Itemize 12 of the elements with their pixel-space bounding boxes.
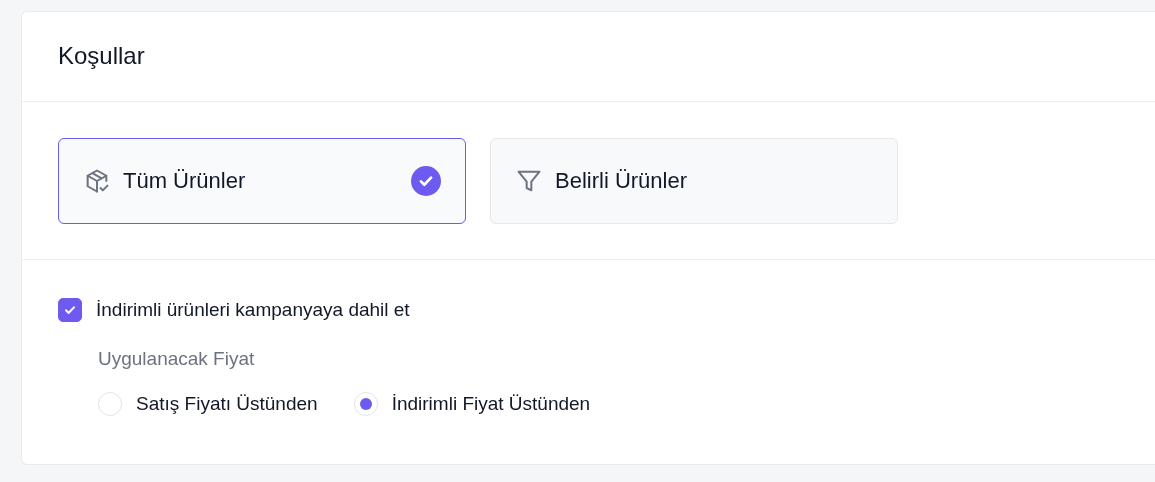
check-circle-icon xyxy=(411,166,441,196)
radio-button[interactable] xyxy=(98,392,122,416)
field-label: Uygulanacak Fiyat xyxy=(98,348,256,370)
include-checkbox[interactable]: İndirimli ürünleri kampanyaya dahil et xyxy=(58,298,1119,322)
check-icon xyxy=(63,303,77,317)
option-card[interactable]: Tüm Ürünler xyxy=(58,138,466,224)
radio-option[interactable]: Satış Fiyatı Üstünden xyxy=(98,392,318,416)
option-card[interactable]: Belirli Ürünler xyxy=(490,138,898,224)
radio-option[interactable]: İndirimli Fiyat Üstünden xyxy=(353,392,591,416)
checkbox[interactable] xyxy=(58,298,82,322)
section-title: Koşullar xyxy=(58,42,145,70)
radio-button[interactable] xyxy=(353,392,378,416)
